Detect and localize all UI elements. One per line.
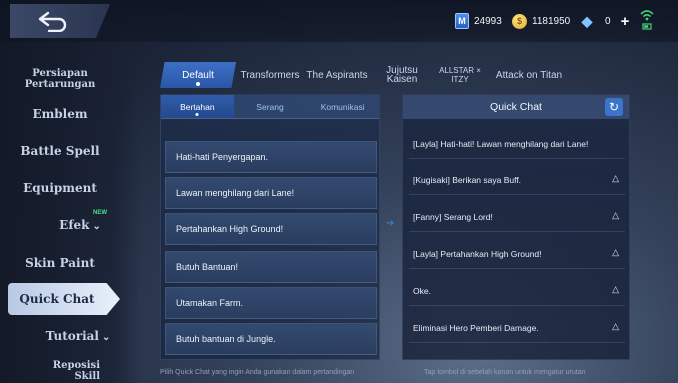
chevron-down-icon: ⌄ xyxy=(92,221,101,232)
gem-currency: ◆ 0 + xyxy=(580,12,630,30)
left-hint-text: Pilih Quick Chat yang ingin Anda gunakan… xyxy=(160,369,355,376)
diamond-ticket-icon: M xyxy=(455,13,469,29)
gold-coin-icon: $ xyxy=(512,13,527,29)
sidebar-item-battle-spell[interactable]: Battle Spell xyxy=(0,144,120,158)
quick-chat-text: [Layla] Pertahankan High Ground! xyxy=(413,248,542,259)
quick-chat-header: Quick Chat ↻ xyxy=(403,95,629,119)
sidebar-item-reposisi-skill[interactable]: Reposisi Skill xyxy=(0,360,120,382)
ticket-currency: M 24993 xyxy=(455,12,502,30)
quick-chat-text: [Kugisaki] Berikan saya Buff. xyxy=(413,174,522,185)
tab-transformers[interactable]: Transformers xyxy=(236,62,304,88)
quick-chat-text: [Layla] Hati-hati! Lawan menghilang dari… xyxy=(413,138,589,149)
sidebar-item-label: Efek xyxy=(59,218,90,232)
sidebar-item-tutorial[interactable]: Tutorial ⌄ xyxy=(0,329,120,343)
move-up-icon[interactable]: △ xyxy=(612,210,619,220)
gem-icon: ◆ xyxy=(581,12,593,29)
sidebar-item-quick-chat[interactable]: Quick Chat xyxy=(8,283,120,315)
refresh-icon: ↻ xyxy=(608,100,620,114)
sidebar-item-skin-paint[interactable]: Skin Paint xyxy=(0,256,120,270)
tab-attack-on-titan[interactable]: Attack on Titan xyxy=(486,62,572,88)
phrase-item[interactable]: Lawan menghilang dari Lane! xyxy=(165,177,377,209)
phrase-panel: Bertahan Serang Komunikasi Hati-hati Pen… xyxy=(160,94,380,360)
sidebar-item-label: Skin Paint xyxy=(25,256,95,270)
new-badge: NEW xyxy=(93,210,107,216)
phrase-item[interactable]: Pertahankan High Ground! xyxy=(165,213,377,245)
tab-jujutsu-kaisen[interactable]: Jujutsu Kaisen xyxy=(370,62,434,88)
tab-allstar-itzy[interactable]: ALLSTAR × ITZY xyxy=(434,62,486,88)
subtab-serang[interactable]: Serang xyxy=(234,95,307,118)
back-arrow-icon xyxy=(38,11,67,32)
sidebar-item-efek[interactable]: NEW Efek ⌄ xyxy=(0,210,120,232)
network-status-icon xyxy=(640,10,654,30)
quick-chat-slot[interactable]: [Fanny] Serang Lord! △ xyxy=(409,198,625,232)
quick-chat-slot[interactable]: [Kugisaki] Berikan saya Buff. △ xyxy=(409,161,625,195)
coin-value: 1181950 xyxy=(532,15,571,27)
subtab-bertahan[interactable]: Bertahan xyxy=(161,95,234,118)
sidebar-item-label: Persiapan Pertarungan xyxy=(24,68,96,90)
phrase-subtabs: Bertahan Serang Komunikasi xyxy=(161,95,379,119)
move-up-icon[interactable]: △ xyxy=(612,247,619,257)
sidebar-item-label: Quick Chat xyxy=(19,292,95,306)
quick-chat-text: Eliminasi Hero Pemberi Damage. xyxy=(413,322,539,333)
tab-default[interactable]: Default xyxy=(160,62,236,88)
category-tabs: Default Transformers The Aspirants Jujut… xyxy=(160,62,572,88)
sidebar-item-persiapan[interactable]: Persiapan Pertarungan xyxy=(0,68,120,90)
add-gem-button[interactable]: + xyxy=(621,13,630,30)
phrase-item[interactable]: Hati-hati Penyergapan. xyxy=(165,141,377,173)
gem-value: 0 xyxy=(605,15,611,27)
sidebar-item-emblem[interactable]: Emblem xyxy=(0,107,120,121)
coin-currency: $ 1181950 xyxy=(512,12,570,30)
ticket-value: 24993 xyxy=(474,15,502,27)
quick-chat-slot[interactable]: [Layla] Hati-hati! Lawan menghilang dari… xyxy=(409,125,625,159)
refresh-button[interactable]: ↻ xyxy=(605,98,623,116)
quick-chat-slot[interactable]: Oke. △ xyxy=(409,272,625,306)
sidebar-item-equipment[interactable]: Equipment xyxy=(0,181,120,195)
phrase-item[interactable]: Butuh bantuan di Jungle. xyxy=(165,323,377,355)
move-up-icon[interactable]: △ xyxy=(612,321,619,331)
chevron-down-icon: ⌄ xyxy=(101,332,111,343)
phrase-item[interactable]: Butuh Bantuan! xyxy=(165,251,377,283)
quick-chat-panel: Quick Chat ↻ [Layla] Hati-hati! Lawan me… xyxy=(402,94,630,360)
quick-chat-slot[interactable]: [Layla] Pertahankan High Ground! △ xyxy=(409,235,625,269)
move-up-icon[interactable]: △ xyxy=(612,284,619,294)
quick-chat-title: Quick Chat xyxy=(490,101,542,113)
top-bar: M 24993 $ 1181950 ◆ 0 + xyxy=(0,0,678,42)
quick-chat-text: [Fanny] Serang Lord! xyxy=(413,211,493,222)
right-hint-text: Tap tombol di sebelah kanan untuk mengat… xyxy=(424,369,586,376)
sidebar-item-label: Battle Spell xyxy=(20,144,100,158)
quick-chat-text: Oke. xyxy=(413,285,431,296)
quick-chat-slot[interactable]: Eliminasi Hero Pemberi Damage. △ xyxy=(409,309,625,343)
phrase-item[interactable]: Utamakan Farm. xyxy=(165,287,377,319)
arrow-right-icon: ➔ xyxy=(386,218,395,229)
move-up-icon[interactable]: △ xyxy=(612,173,619,183)
sidebar-item-label: Reposisi Skill xyxy=(52,360,100,382)
tab-the-aspirants[interactable]: The Aspirants xyxy=(304,62,370,88)
subtab-komunikasi[interactable]: Komunikasi xyxy=(306,95,379,118)
back-button[interactable] xyxy=(10,4,110,38)
sidebar-item-label: Equipment xyxy=(23,181,97,195)
sidebar-item-label: Emblem xyxy=(32,107,88,121)
sidebar-item-label: Tutorial xyxy=(45,329,99,343)
